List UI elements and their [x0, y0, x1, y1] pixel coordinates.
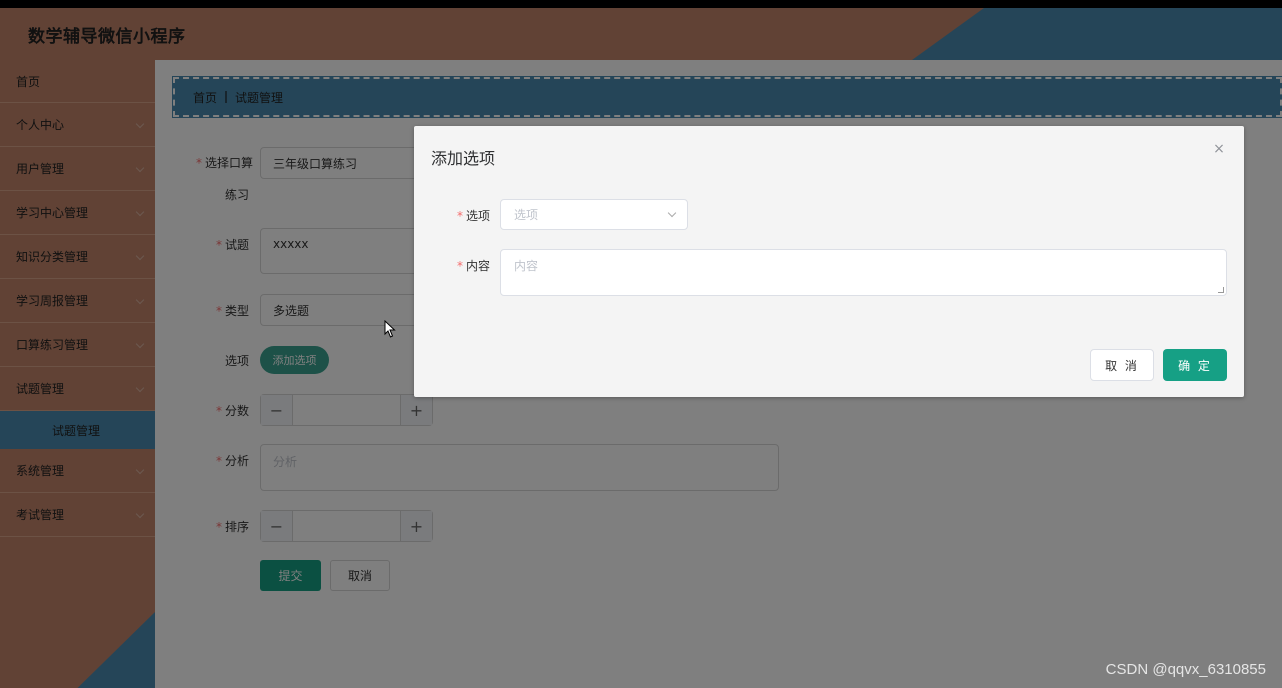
sidebar-item-question-management[interactable]: 试题管理 [0, 367, 155, 411]
app-title: 数学辅导微信小程序 [28, 27, 186, 47]
select-practice-label: * 选择口算 [195, 156, 253, 170]
sidebar-item-learning-center[interactable]: 学习中心管理 [0, 191, 155, 235]
resize-handle-icon[interactable] [1218, 287, 1224, 293]
chevron-down-icon [135, 163, 145, 173]
breadcrumb-current: 试题管理 [235, 90, 284, 105]
option-label: * 选项 [456, 209, 490, 223]
sidebar-item-weekly-report[interactable]: 学习周报管理 [0, 279, 155, 323]
sidebar-item-label: 知识分类管理 [16, 250, 89, 264]
sidebar-decoration [77, 612, 155, 688]
sidebar-item-user-management[interactable]: 用户管理 [0, 147, 155, 191]
sidebar-item-home[interactable]: 首页 [0, 60, 155, 103]
score-decrement-button[interactable]: − [261, 395, 293, 425]
option-select[interactable]: 选项 [500, 199, 688, 230]
sort-increment-button[interactable]: + [400, 511, 432, 541]
sort-decrement-button[interactable]: − [261, 511, 293, 541]
sidebar-item-label: 试题管理 [16, 382, 65, 396]
add-option-button[interactable]: 添加选项 [260, 346, 329, 374]
watermark: CSDN @qqvx_6310855 [1105, 661, 1266, 678]
type-label: * 类型 [215, 304, 249, 318]
sidebar-item-system-management[interactable]: 系统管理 [0, 449, 155, 493]
sidebar-subitem-label: 试题管理 [52, 423, 101, 438]
breadcrumb-home[interactable]: 首页 [193, 89, 217, 106]
breadcrumb-separator [225, 91, 228, 103]
header-decoration [912, 8, 1282, 60]
top-bar [0, 0, 1282, 8]
close-icon[interactable]: × [1212, 142, 1226, 156]
dialog-title: 添加选项 [431, 149, 496, 168]
chevron-up-icon [135, 383, 145, 393]
analysis-textarea[interactable]: 分析 [260, 444, 779, 491]
sidebar-item-label: 首页 [16, 74, 41, 89]
sidebar-item-label: 考试管理 [16, 508, 65, 522]
sidebar-item-label: 系统管理 [16, 464, 65, 478]
score-increment-button[interactable]: + [400, 395, 432, 425]
score-stepper[interactable]: − + [260, 394, 433, 426]
sidebar: 首页 个人中心 用户管理 学习中心管理 知识分类管理 学习周报管理 口算练习管理… [0, 60, 155, 688]
sidebar-subitem-question-management[interactable]: 试题管理 [0, 411, 155, 449]
breadcrumb: 首页 试题管理 [172, 76, 1282, 118]
question-label: * 试题 [215, 238, 249, 252]
sort-stepper[interactable]: − + [260, 510, 433, 542]
sidebar-item-exam-management[interactable]: 考试管理 [0, 493, 155, 537]
content-label: * 内容 [456, 259, 490, 273]
submit-button[interactable]: 提交 [260, 560, 321, 591]
chevron-down-icon [135, 509, 145, 519]
chevron-down-icon [135, 251, 145, 261]
dialog-confirm-button[interactable]: 确 定 [1163, 349, 1227, 381]
sidebar-item-personal-center[interactable]: 个人中心 [0, 103, 155, 147]
sidebar-item-oral-practice[interactable]: 口算练习管理 [0, 323, 155, 367]
score-label: * 分数 [215, 404, 249, 418]
add-option-dialog: 添加选项 × * 选项 选项 * 内容 内容 取 消 确 定 [414, 126, 1244, 397]
sidebar-item-label: 学习中心管理 [16, 206, 89, 220]
chevron-down-icon [135, 207, 145, 217]
mouse-cursor-icon [384, 320, 396, 338]
sort-label: * 排序 [215, 520, 249, 534]
sidebar-item-knowledge-category[interactable]: 知识分类管理 [0, 235, 155, 279]
cancel-button[interactable]: 取消 [330, 560, 390, 591]
select-practice-label-2: 练习 [224, 188, 249, 202]
sidebar-item-label: 用户管理 [16, 162, 65, 176]
chevron-down-icon [135, 119, 145, 129]
content-textarea[interactable]: 内容 [500, 249, 1227, 296]
chevron-down-icon [135, 339, 145, 349]
chevron-down-icon [135, 295, 145, 305]
dialog-cancel-button[interactable]: 取 消 [1090, 349, 1154, 381]
analysis-label: * 分析 [215, 454, 249, 468]
chevron-down-icon [135, 465, 145, 475]
sidebar-item-label: 个人中心 [16, 118, 65, 132]
options-label: 选项 [224, 354, 249, 368]
chevron-down-icon [667, 208, 677, 218]
sidebar-item-label: 学习周报管理 [16, 294, 89, 308]
app-header: 数学辅导微信小程序 [0, 8, 1282, 60]
sidebar-item-label: 口算练习管理 [16, 338, 89, 352]
